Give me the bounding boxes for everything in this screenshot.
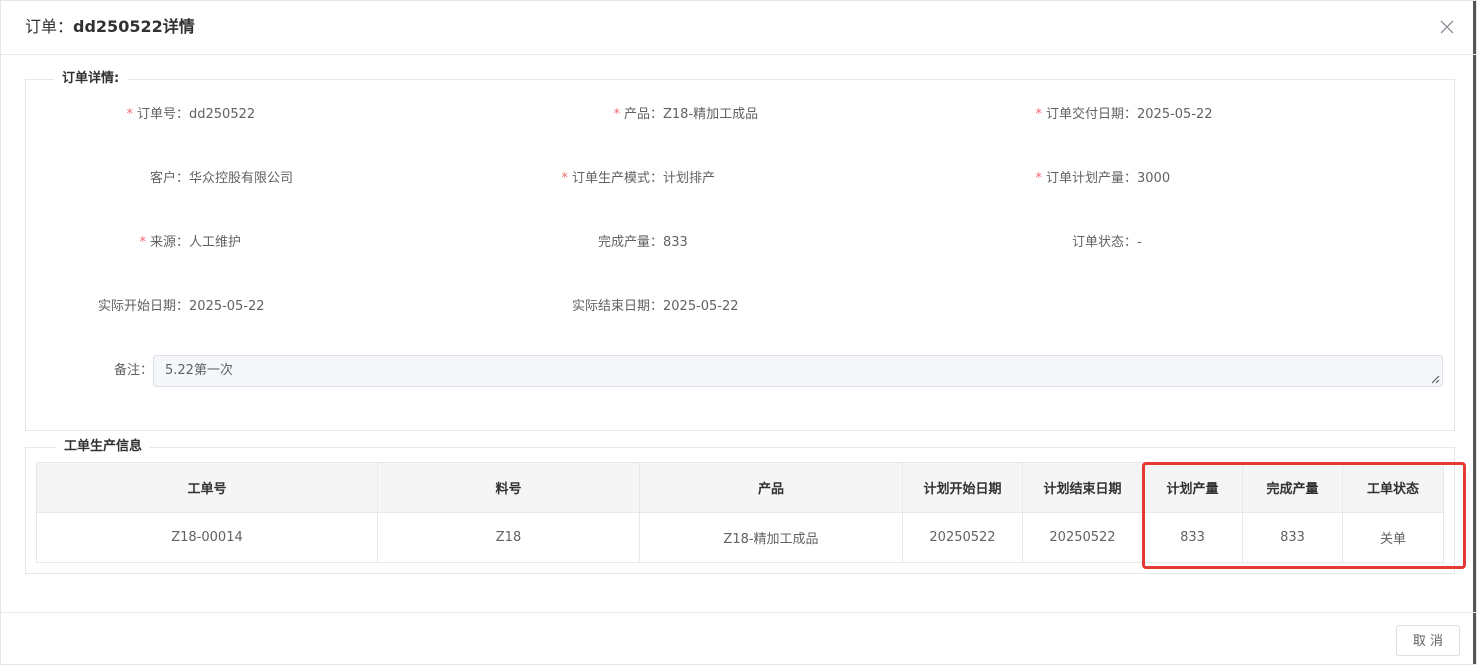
field-order-status: 订单状态：- [1009,233,1142,253]
work-order-no-cell: Z18-00014 [36,512,378,563]
field-production-mode: * 订单生产模式：计划排产 [535,169,715,189]
required-mark: * [1035,107,1042,122]
field-planned-qty: * 订单计划产量：3000 [1009,169,1170,189]
column-header: 计划产量 [1142,462,1243,513]
source-value: 人工维护 [189,235,242,250]
planned-qty-value: 3000 [1137,171,1171,186]
table-row: Z18-00014 Z18 Z18-精加工成品 20250522 2025052… [36,512,1444,563]
order-detail-dialog: 订单：dd250522详情 订单详情: * 订单号：dd250522 * 产品：Z1… [0,0,1477,665]
field-order-no: * 订单号：dd250522 [61,105,255,125]
resize-grip-icon[interactable] [1430,374,1440,384]
close-button[interactable] [1438,18,1456,36]
close-icon [1440,20,1454,34]
dialog-footer: 取 消 [1,612,1476,666]
column-header: 工单状态 [1342,462,1444,513]
column-header: 料号 [377,462,640,513]
order-no-value: dd250522 [189,107,256,122]
field-actual-end: 实际结束日期：2025-05-22 [535,297,739,317]
required-mark: * [139,235,146,250]
field-completed-qty: 完成产量：833 [535,233,688,253]
customer-label: 客户： [149,171,189,186]
column-header: 计划开始日期 [902,462,1023,513]
column-header: 完成产量 [1242,462,1343,513]
remark-label: 备注： [113,363,153,378]
material-no-cell: Z18 [377,512,640,563]
delivery-date-value: 2025-05-22 [1137,107,1213,122]
background-strip [1473,1,1476,664]
order-details-legend: 订单详情: [54,71,128,87]
work-order-status-cell: 关单 [1342,512,1444,563]
title-order-no: dd250522 [73,17,163,36]
dialog-header: 订单：dd250522详情 [1,1,1476,55]
completed-qty-label: 完成产量： [597,235,663,250]
dialog-title: 订单：dd250522详情 [25,16,195,38]
completed-qty-cell: 833 [1242,512,1343,563]
customer-value: 华众控股有限公司 [189,171,294,186]
column-header: 工单号 [36,462,378,513]
required-mark: * [613,107,620,122]
actual-start-value: 2025-05-22 [189,299,265,314]
field-delivery-date: * 订单交付日期：2025-05-22 [1009,105,1213,125]
remark-value: 5.22第一次 [165,363,233,378]
order-no-label: 订单号： [136,107,189,122]
source-label: 来源： [149,235,189,250]
actual-start-label: 实际开始日期： [97,299,189,314]
product-label: 产品： [623,107,663,122]
delivery-date-label: 订单交付日期： [1045,107,1137,122]
planned-qty-cell: 833 [1142,512,1243,563]
production-mode-value: 计划排产 [663,171,716,186]
actual-end-label: 实际结束日期： [571,299,663,314]
order-status-label: 订单状态： [1071,235,1137,250]
column-header: 计划结束日期 [1022,462,1143,513]
title-suffix: 详情 [162,17,195,36]
product-cell: Z18-精加工成品 [639,512,903,563]
field-customer: 客户：华众控股有限公司 [61,169,293,189]
field-actual-start: 实际开始日期：2025-05-22 [61,297,265,317]
actual-end-value: 2025-05-22 [663,299,739,314]
title-prefix: 订单： [25,17,74,36]
required-mark: * [1035,171,1042,186]
plan-end-cell: 20250522 [1022,512,1143,563]
required-mark: * [126,107,133,122]
production-mode-label: 订单生产模式： [571,171,663,186]
plan-start-cell: 20250522 [902,512,1023,563]
work-orders-table: 工单号 料号 产品 计划开始日期 计划结束日期 计划产量 完成产量 工单状态 Z… [36,462,1444,563]
order-status-value: - [1137,235,1142,250]
required-mark: * [561,171,568,186]
remark-textarea[interactable]: 5.22第一次 [153,355,1443,387]
product-value: Z18-精加工成品 [663,107,759,122]
completed-qty-value: 833 [663,235,688,250]
column-header: 产品 [639,462,903,513]
planned-qty-label: 订单计划产量： [1045,171,1137,186]
field-source: * 来源：人工维护 [61,233,241,253]
work-orders-legend: 工单生产信息 [56,439,151,455]
table-header-row: 工单号 料号 产品 计划开始日期 计划结束日期 计划产量 完成产量 工单状态 [36,462,1444,513]
field-product: * 产品：Z18-精加工成品 [535,105,758,125]
cancel-button[interactable]: 取 消 [1396,625,1460,656]
